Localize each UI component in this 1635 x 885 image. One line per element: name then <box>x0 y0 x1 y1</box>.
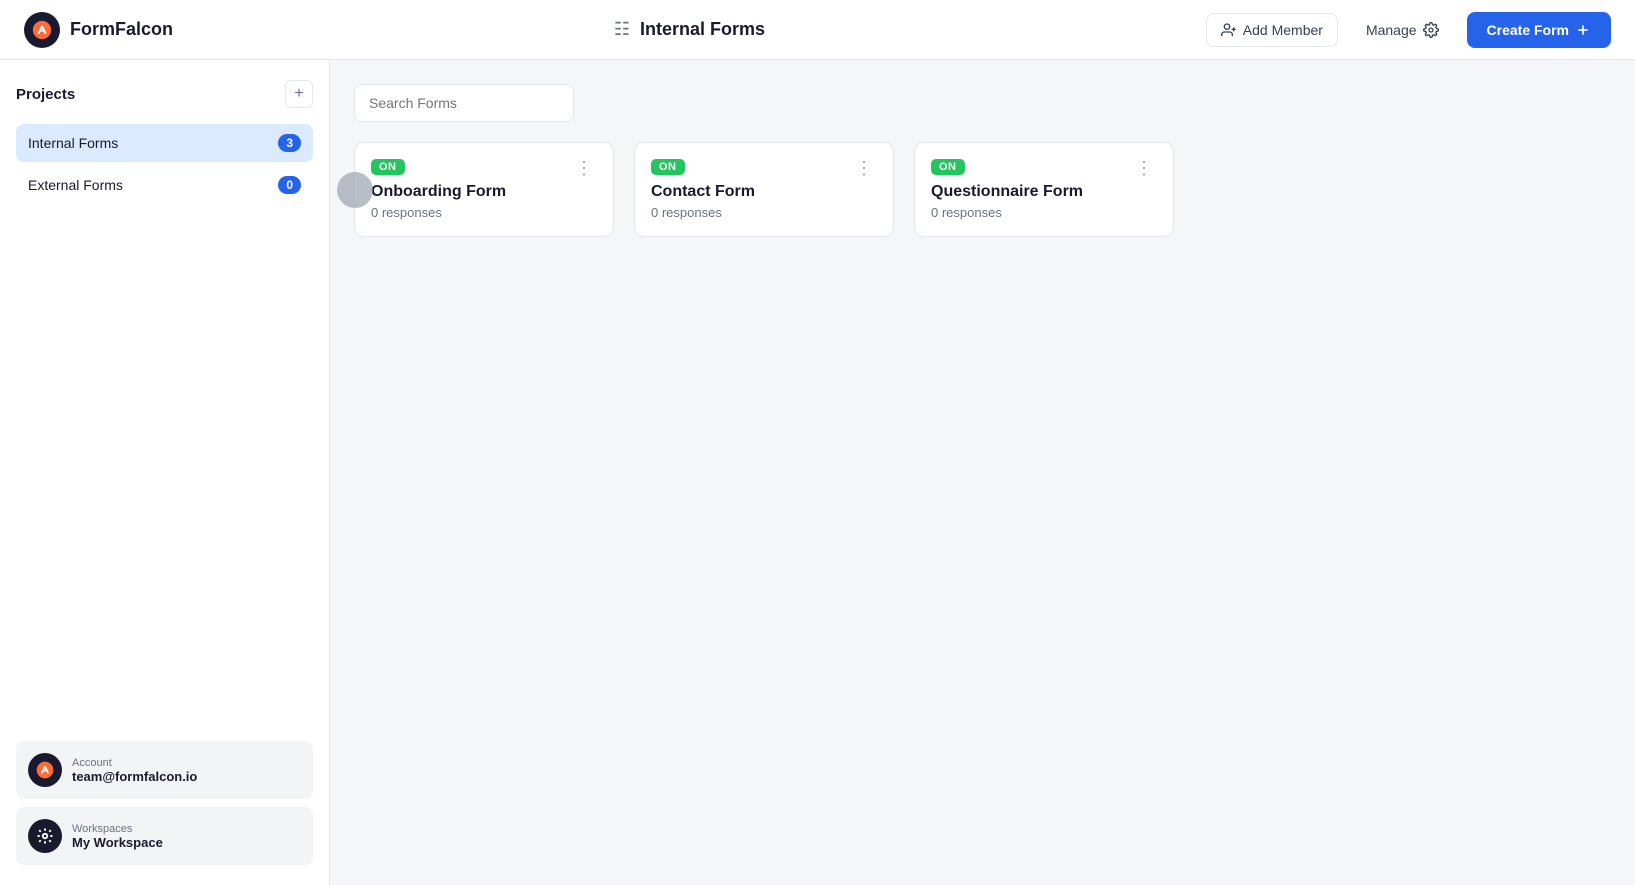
add-member-icon <box>1221 22 1237 38</box>
workspace-label: Workspaces <box>72 823 163 835</box>
create-form-button[interactable]: Create Form <box>1467 12 1611 48</box>
sidebar-footer: Account team@formfalcon.io Workspaces My… <box>16 733 313 865</box>
form-card-header: ON ⋮ <box>651 159 877 177</box>
page-icon: ☷ <box>614 19 630 40</box>
form-card-header: ON ⋮ <box>931 159 1157 177</box>
add-project-button[interactable]: + <box>285 80 313 108</box>
logo-icon <box>24 12 60 48</box>
app-name: FormFalcon <box>70 19 173 40</box>
sidebar-item-label: External Forms <box>28 177 123 193</box>
page-title: Internal Forms <box>640 19 765 40</box>
form-more-button[interactable]: ⋮ <box>571 159 597 177</box>
form-more-button[interactable]: ⋮ <box>1131 159 1157 177</box>
manage-button[interactable]: Manage <box>1354 14 1451 46</box>
sidebar-item-badge: 3 <box>278 134 301 152</box>
workspace-block[interactable]: Workspaces My Workspace <box>16 807 313 865</box>
form-status-badge: ON <box>931 159 965 175</box>
form-responses: 0 responses <box>931 205 1157 220</box>
main-layout: Projects + Internal Forms 3 External For… <box>0 60 1635 885</box>
logo-area: FormFalcon <box>24 12 173 48</box>
workspace-info: Workspaces My Workspace <box>72 823 163 850</box>
sidebar-header: Projects + <box>16 80 313 108</box>
account-info: Account team@formfalcon.io <box>72 757 197 784</box>
form-card-onboarding[interactable]: ON ⋮ Onboarding Form 0 responses <box>354 142 614 237</box>
form-status-badge: ON <box>371 159 405 175</box>
sidebar-item-internal-forms[interactable]: Internal Forms 3 <box>16 124 313 162</box>
account-block[interactable]: Account team@formfalcon.io <box>16 741 313 799</box>
sidebar-item-external-forms[interactable]: External Forms 0 <box>16 166 313 204</box>
account-avatar <box>28 753 62 787</box>
form-card-questionnaire[interactable]: ON ⋮ Questionnaire Form 0 responses <box>914 142 1174 237</box>
form-name: Questionnaire Form <box>931 183 1157 201</box>
account-label: Account <box>72 757 197 769</box>
add-member-button[interactable]: Add Member <box>1206 13 1338 47</box>
form-card-contact[interactable]: ON ⋮ Contact Form 0 responses <box>634 142 894 237</box>
sidebar-item-label: Internal Forms <box>28 135 118 151</box>
form-more-button[interactable]: ⋮ <box>851 159 877 177</box>
workspace-avatar <box>28 819 62 853</box>
sidebar-item-badge: 0 <box>278 176 301 194</box>
search-input[interactable] <box>354 84 574 122</box>
gear-icon <box>1423 22 1439 38</box>
page-title-area: ☷ Internal Forms <box>614 19 765 40</box>
form-responses: 0 responses <box>371 205 597 220</box>
form-responses: 0 responses <box>651 205 877 220</box>
forms-grid: ON ⋮ Onboarding Form 0 responses ON ⋮ Co… <box>354 142 1611 237</box>
drag-handle <box>337 172 373 208</box>
form-name: Onboarding Form <box>371 183 597 201</box>
header-actions: Add Member Manage Create Form <box>1206 12 1611 48</box>
app-header: FormFalcon ☷ Internal Forms Add Member M… <box>0 0 1635 60</box>
form-name: Contact Form <box>651 183 877 201</box>
plus-icon <box>1575 22 1591 38</box>
sidebar-section-title: Projects <box>16 86 75 103</box>
sidebar: Projects + Internal Forms 3 External For… <box>0 60 330 885</box>
account-email: team@formfalcon.io <box>72 769 197 784</box>
workspace-name: My Workspace <box>72 835 163 850</box>
form-status-badge: ON <box>651 159 685 175</box>
form-card-header: ON ⋮ <box>371 159 597 177</box>
main-content: ON ⋮ Onboarding Form 0 responses ON ⋮ Co… <box>330 60 1635 885</box>
